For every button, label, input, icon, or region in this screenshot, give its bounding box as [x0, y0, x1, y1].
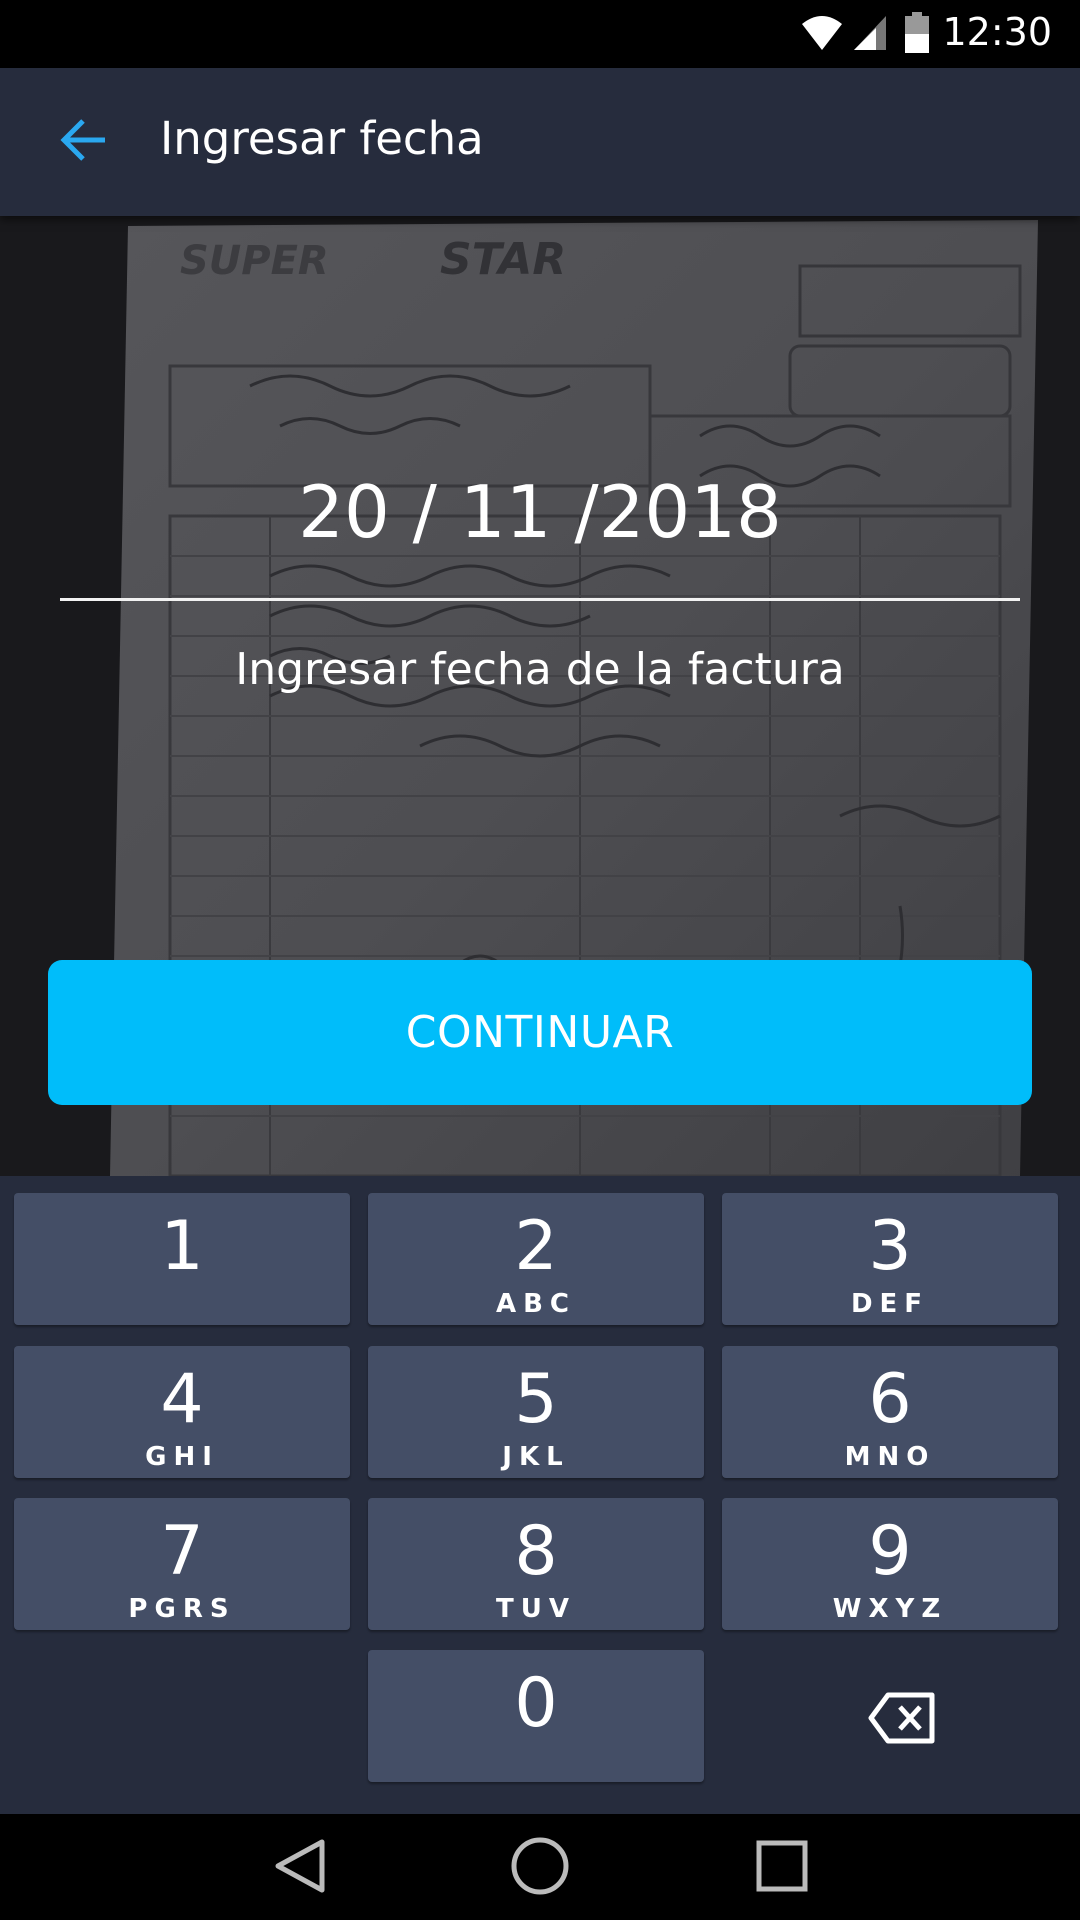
key-digit: 5	[514, 1360, 558, 1439]
backspace-icon	[868, 1692, 936, 1748]
key-4[interactable]: 4 GHI	[14, 1346, 350, 1478]
signal-icon	[852, 14, 888, 56]
key-1[interactable]: 1	[14, 1193, 350, 1325]
system-nav-bar	[0, 1814, 1080, 1920]
circle-home-icon	[510, 1836, 570, 1900]
key-digit: 7	[160, 1512, 204, 1591]
svg-text:STAR: STAR	[440, 234, 566, 285]
screen: 12:30 Ingresar fecha SUPER STAR 20 / 11 …	[0, 0, 1080, 1920]
key-0[interactable]: 0	[368, 1650, 704, 1782]
key-7[interactable]: 7 PGRS	[14, 1498, 350, 1630]
battery-icon	[904, 12, 930, 58]
key-digit: 9	[868, 1512, 912, 1591]
key-letters: WXYZ	[832, 1594, 948, 1624]
key-5[interactable]: 5 JKL	[368, 1346, 704, 1478]
backspace-button[interactable]	[852, 1690, 952, 1750]
key-3[interactable]: 3 DEF	[722, 1193, 1058, 1325]
key-digit: 0	[514, 1664, 558, 1743]
key-6[interactable]: 6 MNO	[722, 1346, 1058, 1478]
key-letters: GHI	[145, 1442, 219, 1472]
key-letters: JKL	[502, 1442, 570, 1472]
key-letters: ABC	[495, 1289, 577, 1319]
key-digit: 1	[160, 1207, 204, 1286]
date-input[interactable]: 20 / 11 /2018	[60, 470, 1020, 554]
date-hint-label: Ingresar fecha de la factura	[235, 644, 845, 695]
page-title: Ingresar fecha	[160, 112, 484, 165]
triangle-back-icon	[274, 1838, 326, 1898]
wifi-icon	[800, 14, 844, 56]
key-digit: 8	[514, 1512, 558, 1591]
key-letters: DEF	[850, 1289, 930, 1319]
key-digit: 3	[868, 1207, 912, 1286]
status-time: 12:30	[942, 10, 1052, 54]
key-digit: 4	[160, 1360, 204, 1439]
nav-recents-button[interactable]	[752, 1838, 812, 1898]
nav-back-button[interactable]	[270, 1838, 330, 1898]
key-digit: 6	[868, 1360, 912, 1439]
status-bar: 12:30	[0, 0, 1080, 68]
square-recents-icon	[756, 1840, 808, 1896]
back-arrow-icon	[59, 118, 107, 166]
continue-button[interactable]: CONTINUAR	[48, 960, 1032, 1105]
key-2[interactable]: 2 ABC	[368, 1193, 704, 1325]
key-9[interactable]: 9 WXYZ	[722, 1498, 1058, 1630]
key-letters: PGRS	[128, 1594, 236, 1624]
date-input-underline	[60, 598, 1020, 601]
nav-home-button[interactable]	[508, 1836, 572, 1900]
back-button[interactable]	[50, 114, 116, 170]
key-digit: 2	[514, 1207, 558, 1286]
key-8[interactable]: 8 TUV	[368, 1498, 704, 1630]
key-letters: TUV	[496, 1594, 576, 1624]
svg-text:SUPER: SUPER	[180, 238, 329, 284]
app-bar: Ingresar fecha	[0, 68, 1080, 216]
key-letters: MNO	[844, 1442, 936, 1472]
